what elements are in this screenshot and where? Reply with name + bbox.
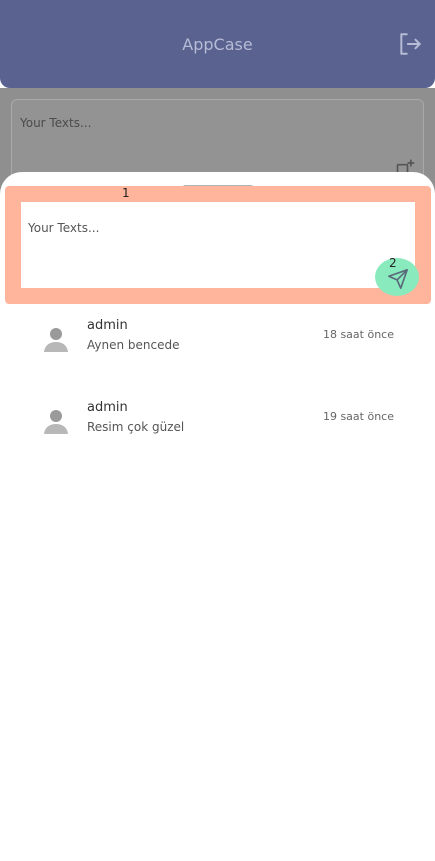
app-header: AppCase xyxy=(0,0,435,88)
avatar xyxy=(44,410,68,434)
comment-item: admin Aynen bencede 18 saat önce xyxy=(0,318,435,378)
comment-time: 18 saat önce xyxy=(322,328,394,341)
comment-time: 19 saat önce xyxy=(322,410,394,423)
annotation-marker-2: 2 xyxy=(389,256,397,270)
comment-author: admin xyxy=(87,318,128,333)
avatar xyxy=(44,328,68,352)
send-button[interactable] xyxy=(375,258,419,296)
app-title: AppCase xyxy=(182,35,253,54)
annotation-marker-1: 1 xyxy=(122,186,130,200)
background-input-placeholder: Your Texts... xyxy=(20,116,92,130)
send-icon xyxy=(388,269,408,289)
comment-author: admin xyxy=(87,400,128,415)
comment-input-placeholder: Your Texts... xyxy=(28,221,100,235)
comment-input[interactable]: Your Texts... xyxy=(21,202,415,288)
logout-icon[interactable] xyxy=(397,31,423,57)
comment-item: admin Resim çok güzel 19 saat önce xyxy=(0,400,435,460)
comment-text: Resim çok güzel xyxy=(87,420,185,434)
comment-text: Aynen bencede xyxy=(87,338,180,352)
